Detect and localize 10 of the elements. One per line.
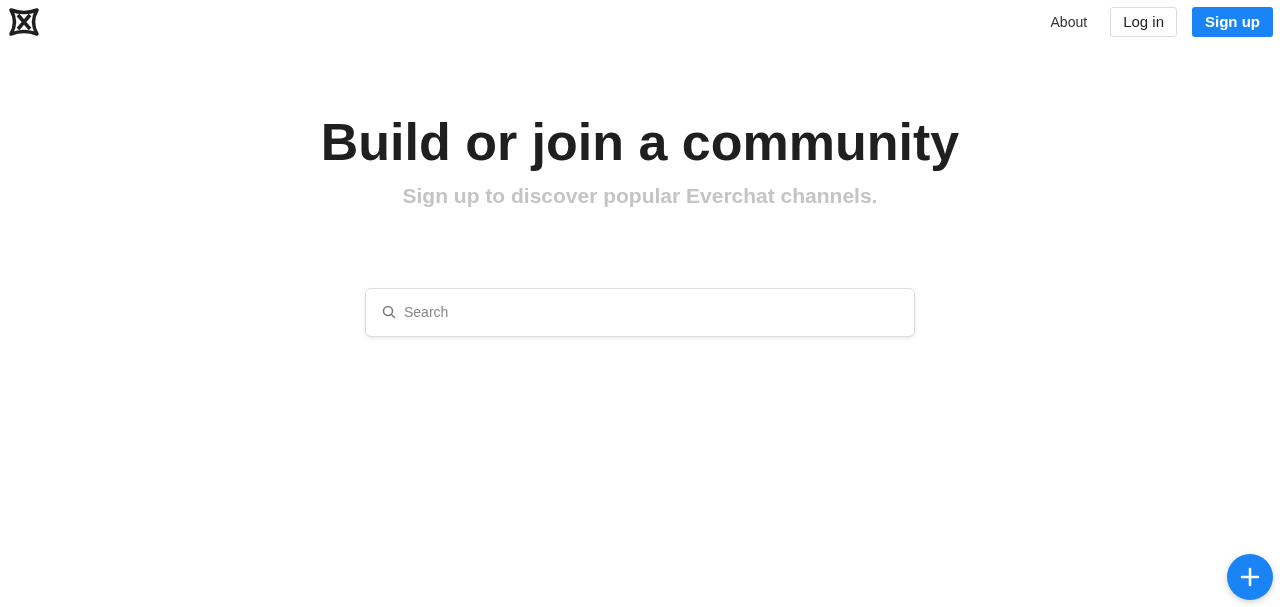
search-field[interactable]: Search	[365, 287, 915, 337]
search-icon	[382, 304, 396, 319]
nav-link[interactable]: About	[1050, 11, 1088, 33]
login-button[interactable]: Log in	[1110, 7, 1177, 37]
logo-icon[interactable]	[8, 6, 40, 38]
page-heading: Build or join a community	[320, 112, 960, 173]
subtitle: Sign up to discover popular Everchat channels.	[402, 183, 878, 209]
signup-button[interactable]: Sign up	[1192, 7, 1273, 37]
plus-icon	[1240, 567, 1260, 587]
add-button[interactable]	[1227, 554, 1273, 600]
